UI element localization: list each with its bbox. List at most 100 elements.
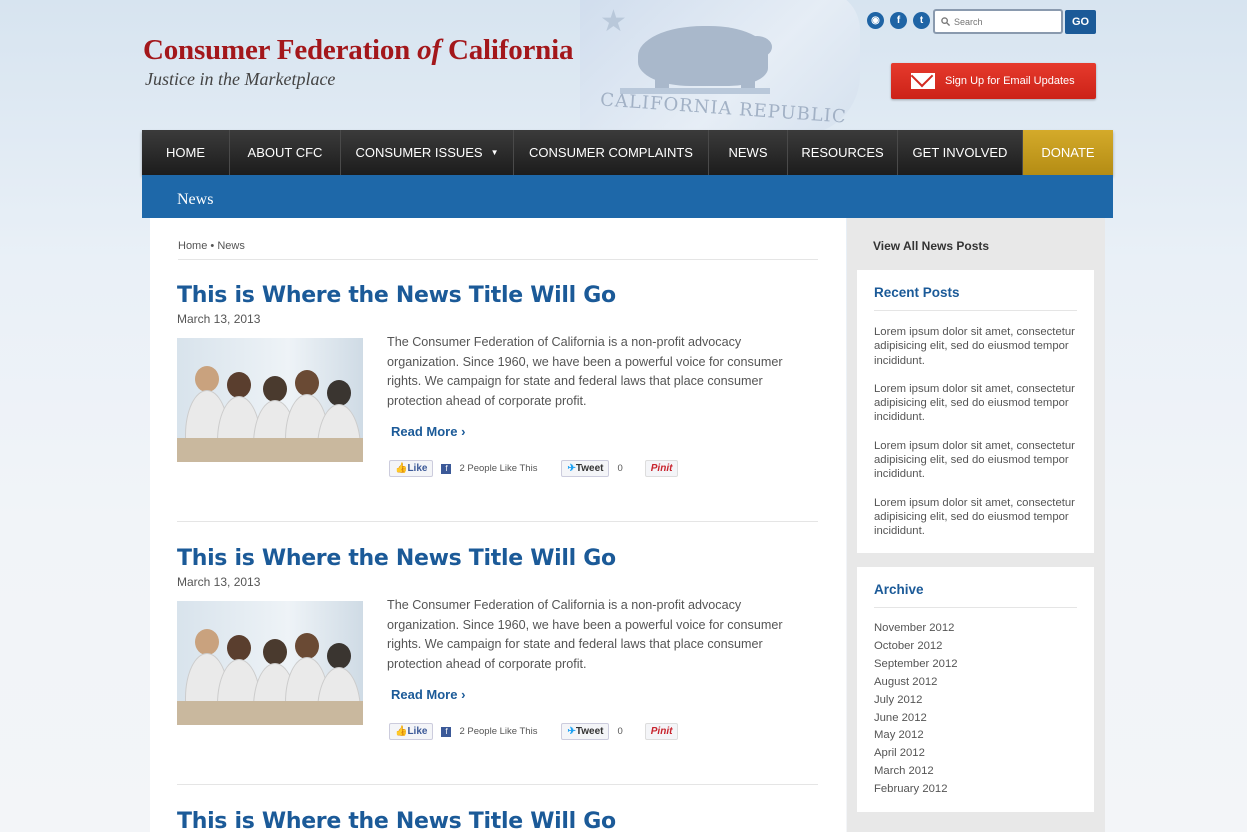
nav-item-consumer-issues[interactable]: CONSUMER ISSUES ▼ xyxy=(341,130,514,175)
california-flag-graphic: ★ CALIFORNIA REPUBLIC xyxy=(560,0,860,130)
search-box xyxy=(933,9,1063,34)
recent-post-link[interactable]: Lorem ipsum dolor sit amet, consectetur … xyxy=(874,382,1077,425)
email-signup-label: Sign Up for Email Updates xyxy=(945,75,1075,87)
view-all-news-link[interactable]: View All News Posts xyxy=(873,239,989,253)
nav-item-label: CONSUMER ISSUES xyxy=(355,145,483,160)
recent-post-link[interactable]: Lorem ipsum dolor sit amet, consectetur … xyxy=(874,439,1077,482)
like-button[interactable]: 👍Like xyxy=(389,723,434,740)
like-button[interactable]: 👍Like xyxy=(389,460,434,477)
nav-item-label: ABOUT CFC xyxy=(247,145,323,160)
post-excerpt: The Consumer Federation of California is… xyxy=(387,598,783,672)
recent-post-link[interactable]: Lorem ipsum dolor sit amet, consectetur … xyxy=(874,496,1077,539)
archive-link[interactable]: April 2012 xyxy=(874,745,1077,763)
archive-link[interactable]: September 2012 xyxy=(874,656,1077,674)
envelope-icon xyxy=(911,73,935,89)
post-title[interactable]: This is Where the News Title Will Go xyxy=(177,546,818,571)
post-excerpt: The Consumer Federation of California is… xyxy=(387,335,783,409)
breadcrumb: Home • News xyxy=(178,240,245,252)
search-input[interactable] xyxy=(954,16,1054,27)
nav-item-label: NEWS xyxy=(728,145,768,160)
post-date: March 13, 2013 xyxy=(177,575,261,589)
main-navigation: HOME ABOUT CFC CONSUMER ISSUES ▼ CONSUMER CO… xyxy=(142,130,1113,175)
news-post: This is Where the News Title Will Go Marc… xyxy=(177,283,818,477)
site-title: Consumer Federation of California xyxy=(143,34,573,67)
nav-item-consumer-complaints[interactable]: CONSUMER COMPLAINTS xyxy=(514,130,709,175)
nav-item-resources[interactable]: RESOURCES xyxy=(788,130,898,175)
share-bar: 👍Like f 2 People Like This ✈Tweet 0 Pini… xyxy=(389,460,679,477)
twitter-icon: ✈ xyxy=(567,463,576,474)
archive-link[interactable]: August 2012 xyxy=(874,674,1077,692)
nav-item-about-cfc[interactable]: ABOUT CFC xyxy=(230,130,341,175)
nav-item-home[interactable]: HOME xyxy=(142,130,230,175)
facebook-like-count: 2 People Like This xyxy=(459,463,538,474)
title-part: California xyxy=(440,34,574,66)
nav-item-label: DONATE xyxy=(1041,145,1095,160)
tweet-button[interactable]: ✈Tweet xyxy=(561,460,610,477)
post-title[interactable]: This is Where the News Title Will Go xyxy=(177,283,818,308)
share-bar: 👍Like f 2 People Like This ✈Tweet 0 Pini… xyxy=(389,723,679,740)
social-links: ◉ f t xyxy=(867,12,930,29)
search-go-button[interactable]: GO xyxy=(1065,10,1096,34)
archive-link[interactable]: May 2012 xyxy=(874,727,1077,745)
post-divider xyxy=(177,784,818,785)
chevron-down-icon: ▼ xyxy=(490,148,499,157)
post-title[interactable]: This is Where the News Title Will Go xyxy=(177,809,818,832)
pinit-button[interactable]: Pinit xyxy=(644,723,679,740)
search-icon xyxy=(941,17,950,26)
breadcrumb-current: News xyxy=(217,240,245,252)
breadcrumb-separator: • xyxy=(207,240,218,252)
nav-item-label: GET INVOLVED xyxy=(912,145,1008,160)
nav-item-label: RESOURCES xyxy=(801,145,884,160)
archive-link[interactable]: November 2012 xyxy=(874,620,1077,638)
nav-item-news[interactable]: NEWS xyxy=(709,130,788,175)
breadcrumb-home[interactable]: Home xyxy=(178,240,207,252)
facebook-icon: f xyxy=(441,463,452,474)
like-label: Like xyxy=(407,463,428,474)
tweet-count: 0 xyxy=(617,463,623,474)
read-more-link[interactable]: Read More › xyxy=(391,424,465,439)
tweet-label: Tweet xyxy=(575,726,604,737)
nav-item-label: CONSUMER COMPLAINTS xyxy=(529,145,693,160)
post-thumbnail[interactable] xyxy=(177,601,363,725)
divider xyxy=(178,259,818,260)
star-icon: ★ xyxy=(600,5,627,38)
recent-post-link[interactable]: Lorem ipsum dolor sit amet, consectetur … xyxy=(874,325,1077,368)
news-post: This is Where the News Title Will Go Marc… xyxy=(177,546,818,740)
site-tagline: Justice in the Marketplace xyxy=(145,69,336,89)
archive-link[interactable]: July 2012 xyxy=(874,692,1077,710)
archive-link[interactable]: October 2012 xyxy=(874,638,1077,656)
site-logo[interactable]: Consumer Federation of California Justic… xyxy=(143,34,573,90)
title-of: of xyxy=(417,34,441,66)
news-post: This is Where the News Title Will Go xyxy=(177,809,818,832)
rss-icon[interactable]: ◉ xyxy=(867,12,884,29)
twitter-icon: ✈ xyxy=(567,726,576,737)
facebook-like-count: 2 People Like This xyxy=(459,726,538,737)
title-part: Consumer Federation xyxy=(143,34,418,66)
sidebar: View All News Posts Recent Posts Lorem i… xyxy=(847,218,1105,832)
page-title: News xyxy=(142,175,1113,218)
archive-link[interactable]: March 2012 xyxy=(874,763,1077,781)
archive-link[interactable]: February 2012 xyxy=(874,781,1077,799)
facebook-icon: f xyxy=(441,726,452,737)
recent-posts-widget: Recent Posts Lorem ipsum dolor sit amet,… xyxy=(857,270,1094,553)
archive-widget: Archive November 2012 October 2012 Septemb… xyxy=(857,567,1094,812)
recent-posts-title: Recent Posts xyxy=(874,285,1077,311)
pinit-button[interactable]: Pinit xyxy=(644,460,679,477)
tweet-count: 0 xyxy=(617,726,623,737)
read-more-link[interactable]: Read More › xyxy=(391,687,465,702)
email-signup-button[interactable]: Sign Up for Email Updates xyxy=(891,63,1096,99)
like-label: Like xyxy=(407,726,428,737)
facebook-icon[interactable]: f xyxy=(890,12,907,29)
tweet-label: Tweet xyxy=(575,463,604,474)
post-divider xyxy=(177,521,818,522)
main-content: Home • News This is Where the News Title… xyxy=(150,218,846,832)
post-date: March 13, 2013 xyxy=(177,312,261,326)
nav-item-get-involved[interactable]: GET INVOLVED xyxy=(898,130,1023,175)
archive-title: Archive xyxy=(874,582,1077,608)
archive-link[interactable]: June 2012 xyxy=(874,710,1077,728)
post-thumbnail[interactable] xyxy=(177,338,363,462)
nav-item-label: HOME xyxy=(166,145,205,160)
twitter-icon[interactable]: t xyxy=(913,12,930,29)
nav-item-donate[interactable]: DONATE xyxy=(1023,130,1113,175)
tweet-button[interactable]: ✈Tweet xyxy=(561,723,610,740)
